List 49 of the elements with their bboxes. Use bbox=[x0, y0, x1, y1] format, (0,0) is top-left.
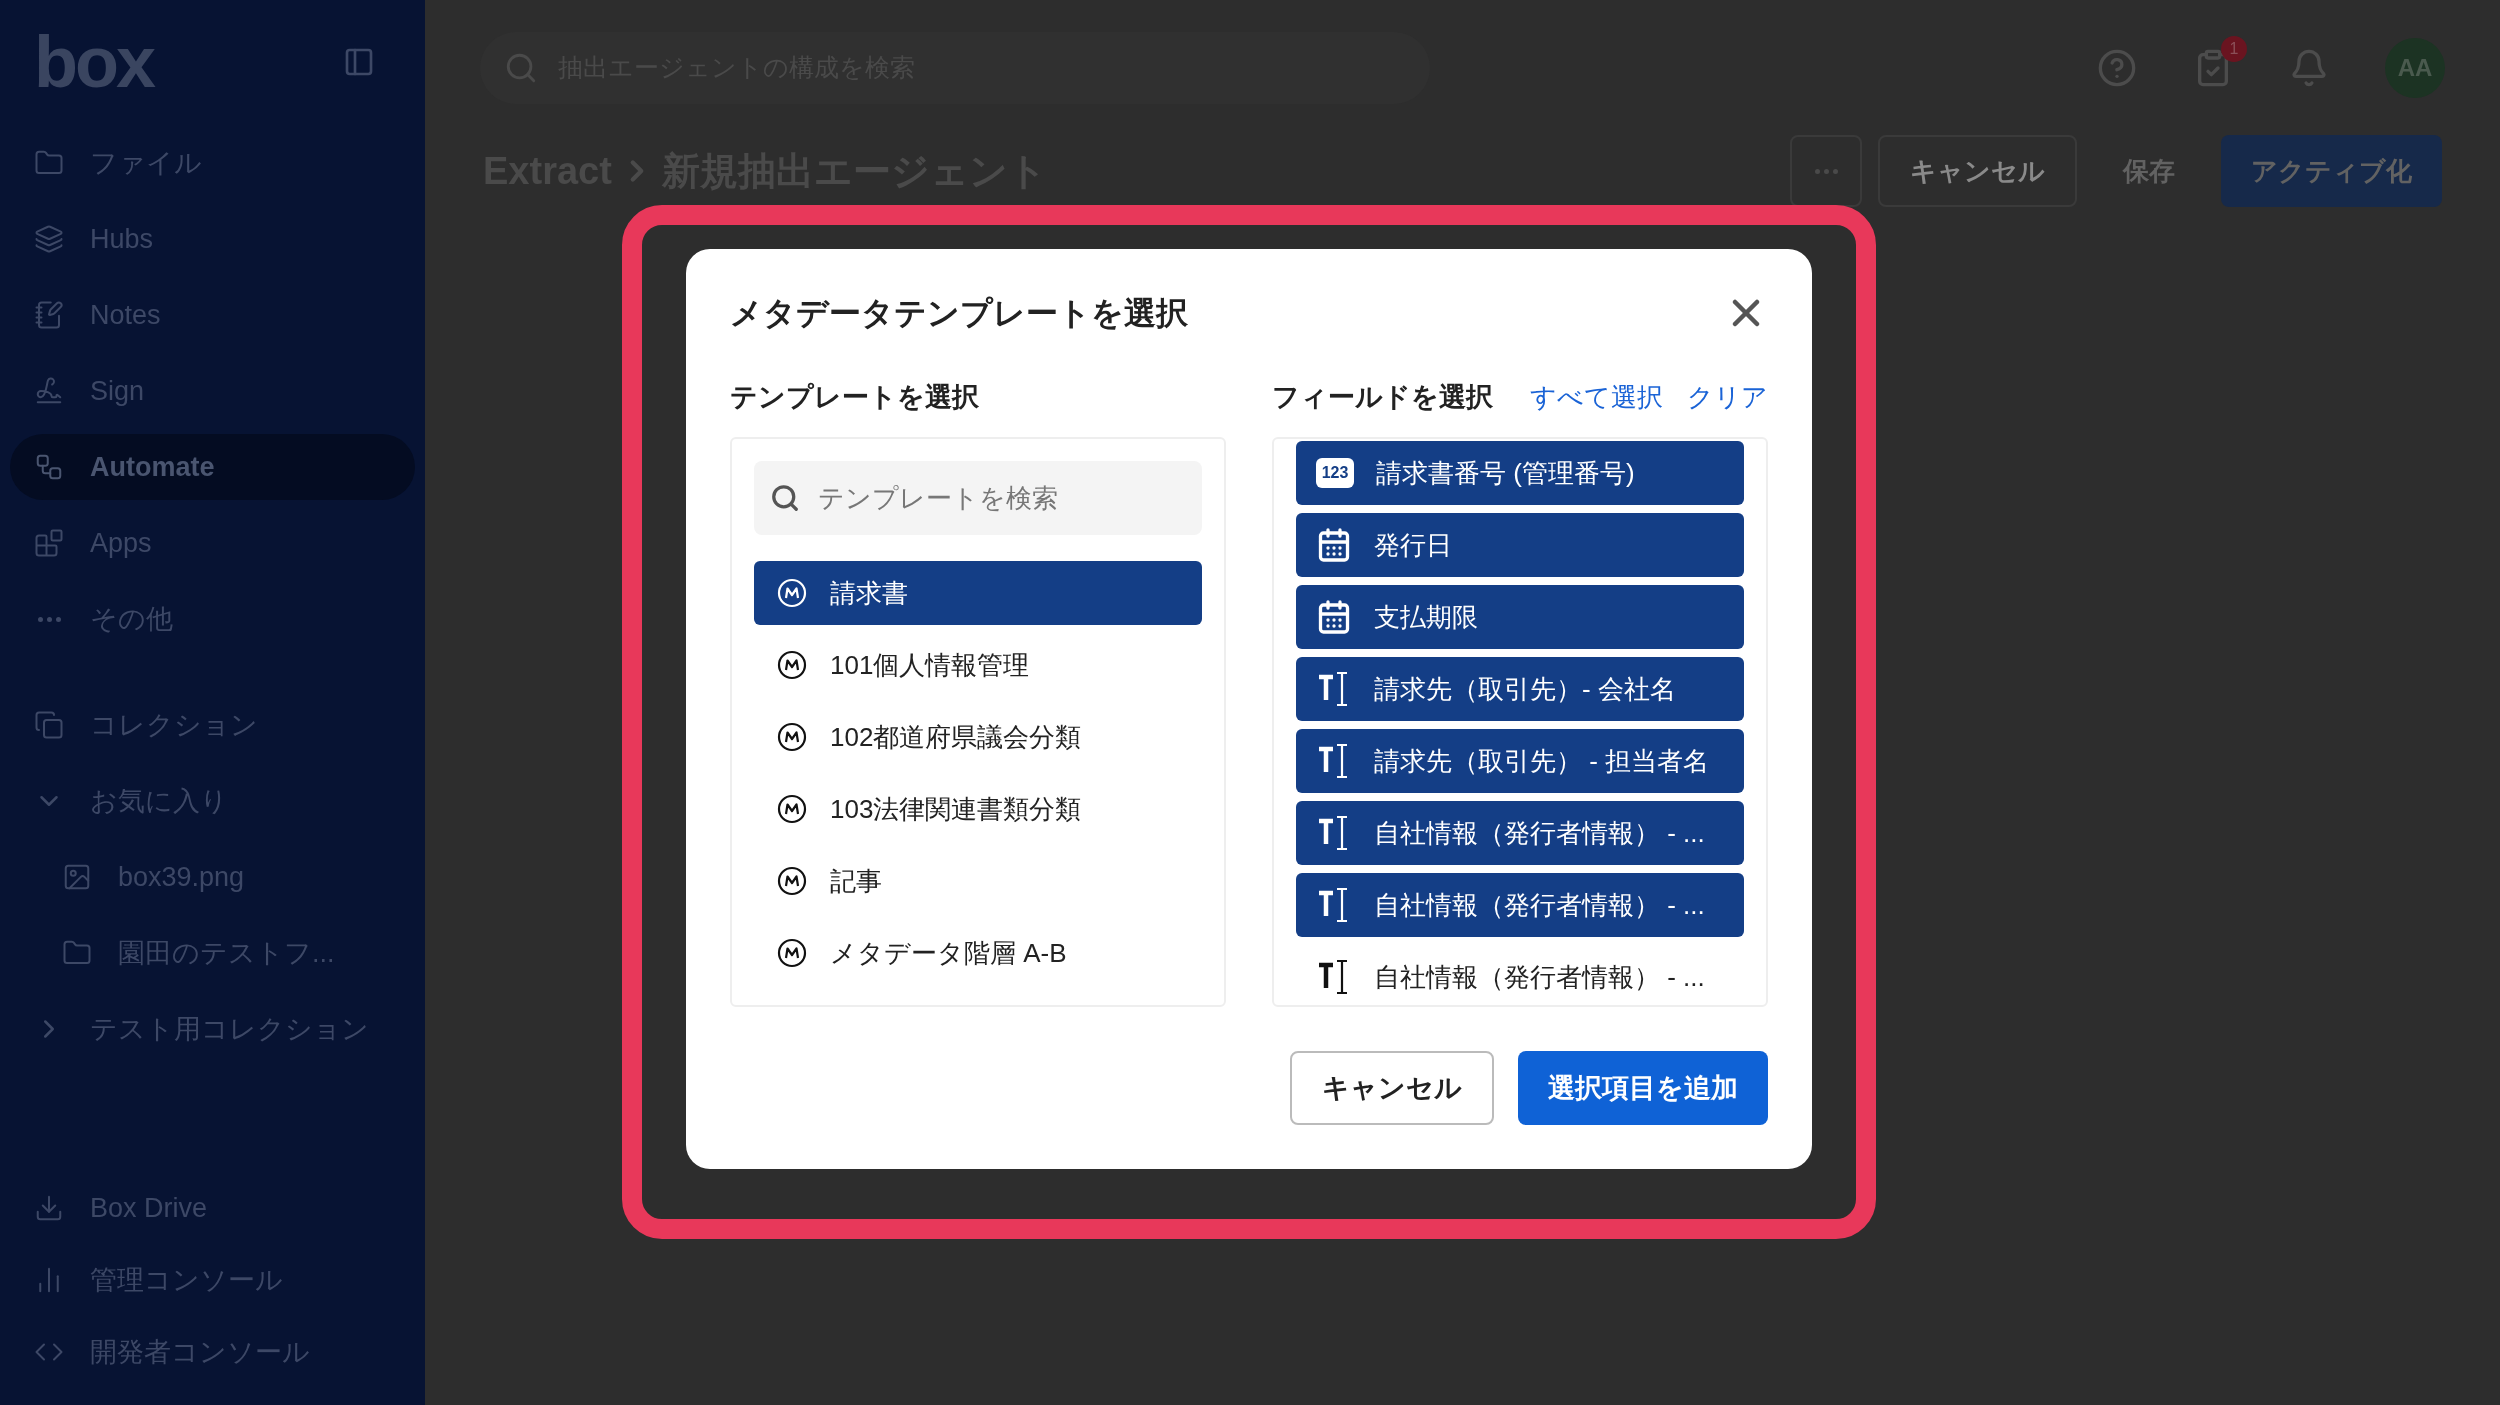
bell-icon[interactable] bbox=[2289, 47, 2329, 88]
metadata-icon bbox=[776, 937, 808, 969]
metadata-icon bbox=[776, 577, 808, 609]
sidebar-toggle-icon[interactable] bbox=[343, 46, 375, 78]
template-item[interactable]: 101個人情報管理 bbox=[754, 633, 1202, 697]
more-icon bbox=[1814, 168, 1838, 174]
metadata-icon bbox=[776, 865, 808, 897]
field-item[interactable]: 発行日 bbox=[1296, 513, 1744, 577]
field-item[interactable]: 自社情報（発行者情報） - ... bbox=[1296, 945, 1744, 1005]
calendar-icon bbox=[1316, 599, 1352, 635]
field-item[interactable]: 自社情報（発行者情報） - ... bbox=[1296, 873, 1744, 937]
more-icon bbox=[37, 616, 61, 622]
download-icon bbox=[34, 1193, 64, 1223]
add-selected-button[interactable]: 選択項目を追加 bbox=[1518, 1051, 1768, 1125]
template-item[interactable]: メタデータ階層 A-B bbox=[754, 921, 1202, 985]
metadata-icon bbox=[776, 793, 808, 825]
section-heading: テンプレートを選択 bbox=[730, 381, 980, 414]
template-search-field[interactable]: テンプレートを検索 bbox=[754, 461, 1202, 535]
cancel-button[interactable]: キャンセル bbox=[1290, 1051, 1494, 1125]
header-button[interactable]: キャンセル bbox=[1878, 135, 2077, 207]
number-type-icon: 123 bbox=[1316, 458, 1354, 488]
template-item[interactable]: 請求書 bbox=[754, 561, 1202, 625]
select-all-link[interactable]: すべて選択 bbox=[1530, 377, 1663, 417]
template-item[interactable]: 102都道府県議会分類 bbox=[754, 705, 1202, 769]
section-heading: フィールドを選択 bbox=[1272, 380, 1493, 414]
more-button[interactable] bbox=[1790, 135, 1862, 207]
field-item[interactable]: 請求先（取引先）- 会社名 bbox=[1296, 657, 1744, 721]
template-item[interactable]: 103法律関連書類分類 bbox=[754, 777, 1202, 841]
signature-icon bbox=[34, 376, 64, 406]
calendar-icon bbox=[1316, 527, 1352, 563]
template-item[interactable]: 記事 bbox=[754, 849, 1202, 913]
metadata-icon bbox=[776, 721, 808, 753]
field-item[interactable]: 自社情報（発行者情報） - ... bbox=[1296, 801, 1744, 865]
search-icon bbox=[770, 483, 800, 513]
blocks-icon bbox=[34, 528, 64, 558]
notification-badge: 1 bbox=[2221, 35, 2247, 62]
notebook-pen-icon bbox=[34, 300, 64, 330]
dialog-title: メタデータテンプレートを選択 bbox=[730, 294, 1188, 333]
clear-link[interactable]: クリア bbox=[1687, 377, 1768, 417]
field-item[interactable]: 請求先（取引先） - 担当者名 bbox=[1296, 729, 1744, 793]
field-item[interactable]: 支払期限 bbox=[1296, 585, 1744, 649]
layers-icon bbox=[34, 224, 64, 254]
help-icon[interactable] bbox=[2097, 47, 2137, 88]
workflow-icon bbox=[34, 452, 64, 482]
metadata-icon bbox=[776, 649, 808, 681]
nav-item[interactable]: Automate bbox=[10, 434, 415, 500]
image-icon bbox=[62, 862, 92, 892]
field-item[interactable]: 123 請求書番号 (管理番号) bbox=[1296, 441, 1744, 505]
copy-icon bbox=[34, 710, 64, 740]
